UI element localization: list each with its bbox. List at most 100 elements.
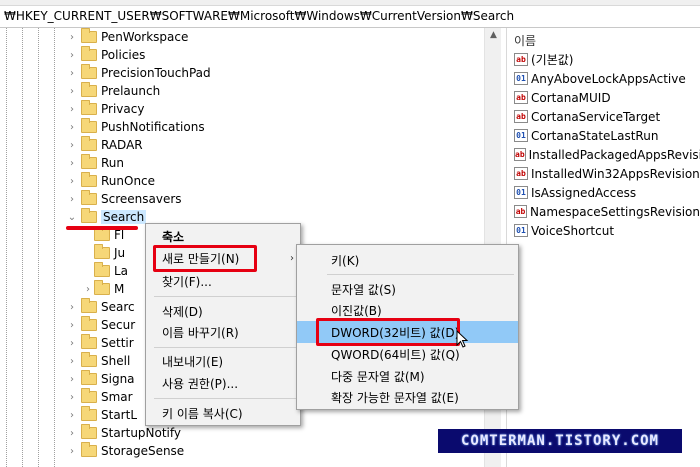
- annotation-box-dword: [316, 318, 460, 346]
- chevron-right-icon[interactable]: ›: [66, 316, 78, 334]
- folder-icon: [94, 280, 110, 295]
- chevron-right-icon[interactable]: ›: [66, 64, 78, 82]
- folder-icon: [81, 208, 97, 223]
- value-row[interactable]: ab CortanaServiceTarget: [508, 107, 700, 126]
- menu-item-rename[interactable]: 이름 바꾸기(R): [146, 321, 300, 343]
- folder-icon: [81, 154, 97, 169]
- annotation-underline: [66, 226, 138, 230]
- menu-item-export[interactable]: 내보내기(E): [146, 350, 300, 372]
- name-column-header[interactable]: 이름: [508, 28, 700, 50]
- chevron-right-icon[interactable]: ›: [66, 406, 78, 424]
- tree-item-search-selected[interactable]: ⌄ Search: [66, 208, 147, 226]
- tree-item[interactable]: › Searc: [66, 298, 135, 316]
- chevron-right-icon[interactable]: ›: [66, 442, 78, 460]
- value-row[interactable]: ab InstalledPackagedAppsRevision: [508, 145, 700, 164]
- tree-item[interactable]: › Run: [66, 154, 124, 172]
- folder-icon: [81, 118, 97, 133]
- menu-item-find[interactable]: 찾기(F)...: [146, 270, 300, 292]
- value-row[interactable]: 01 IsAssignedAccess: [508, 183, 700, 202]
- chevron-right-icon[interactable]: ›: [66, 82, 78, 100]
- menu-separator: [154, 296, 296, 297]
- tree-item[interactable]: › Screensavers: [66, 190, 182, 208]
- folder-icon: [94, 262, 110, 277]
- folder-icon: [81, 190, 97, 205]
- folder-icon: [81, 406, 97, 421]
- tree-item[interactable]: › Settir: [66, 334, 134, 352]
- chevron-right-icon[interactable]: ›: [66, 154, 78, 172]
- tree-item[interactable]: › Signa: [66, 370, 135, 388]
- value-row[interactable]: ab CortanaMUID: [508, 88, 700, 107]
- tree-item[interactable]: › Policies: [66, 46, 145, 64]
- tree-item[interactable]: › StartupNotify: [66, 424, 181, 442]
- chevron-right-icon[interactable]: ›: [66, 388, 78, 406]
- chevron-right-icon[interactable]: ›: [66, 424, 78, 442]
- submenu-item-expandable-string-value[interactable]: 확장 가능한 문자열 값(E): [297, 386, 518, 408]
- chevron-right-icon[interactable]: ›: [66, 334, 78, 352]
- scroll-up-icon[interactable]: ▲: [485, 30, 502, 44]
- folder-icon: [81, 298, 97, 313]
- value-row[interactable]: ab InstalledWin32AppsRevision: [508, 164, 700, 183]
- chevron-right-icon[interactable]: ›: [66, 100, 78, 118]
- value-row[interactable]: ab (기본값): [508, 50, 700, 69]
- folder-icon: [81, 100, 97, 115]
- annotation-box-new: [153, 245, 257, 272]
- tree-item[interactable]: › RADAR: [66, 136, 143, 154]
- folder-icon: [81, 28, 97, 43]
- submenu-item-multi-string-value[interactable]: 다중 문자열 값(M): [297, 365, 518, 387]
- chevron-down-icon[interactable]: ⌄: [66, 208, 78, 226]
- tree-child-item[interactable]: La: [82, 262, 128, 280]
- tree-item[interactable]: › Prelaunch: [66, 82, 160, 100]
- tree-item[interactable]: › PrecisionTouchPad: [66, 64, 211, 82]
- tree-item[interactable]: › Secur: [66, 316, 135, 334]
- folder-icon: [81, 172, 97, 187]
- chevron-right-icon[interactable]: ›: [82, 280, 94, 298]
- chevron-right-icon[interactable]: ›: [66, 298, 78, 316]
- folder-icon: [81, 136, 97, 151]
- submenu-item-key[interactable]: 키(K): [297, 249, 518, 271]
- tree-item[interactable]: › RunOnce: [66, 172, 155, 190]
- submenu-item-string-value[interactable]: 문자열 값(S): [297, 278, 518, 300]
- tree-item[interactable]: › PushNotifications: [66, 118, 205, 136]
- binary-value-icon: 01: [514, 72, 528, 85]
- string-value-icon: ab: [514, 205, 528, 218]
- folder-icon: [81, 316, 97, 331]
- menu-separator: [154, 398, 296, 399]
- tree-item[interactable]: › Smar: [66, 388, 133, 406]
- folder-icon: [81, 82, 97, 97]
- chevron-right-icon[interactable]: ›: [66, 46, 78, 64]
- chevron-right-icon[interactable]: ›: [66, 28, 78, 46]
- values-pane: 이름 ab (기본값) 01 AnyAboveLockAppsActive ab Co…: [508, 28, 700, 467]
- value-row[interactable]: ab NamespaceSettingsRevision: [508, 202, 700, 221]
- string-value-icon: ab: [514, 167, 528, 180]
- tree-child-item[interactable]: Ju: [82, 244, 125, 262]
- folder-icon: [94, 244, 110, 259]
- chevron-right-icon[interactable]: ›: [66, 172, 78, 190]
- menu-item-delete[interactable]: 삭제(D): [146, 300, 300, 322]
- submenu-arrow-icon: ›: [290, 252, 294, 264]
- value-row[interactable]: 01 CortanaStateLastRun: [508, 126, 700, 145]
- tree-item[interactable]: › StartL: [66, 406, 137, 424]
- menu-item-permissions[interactable]: 사용 권한(P)...: [146, 372, 300, 394]
- tree-item[interactable]: › Privacy: [66, 100, 144, 118]
- value-row[interactable]: 01 AnyAboveLockAppsActive: [508, 69, 700, 88]
- chevron-right-icon[interactable]: ›: [66, 190, 78, 208]
- value-row[interactable]: 01 VoiceShortcut: [508, 221, 700, 240]
- tree-item[interactable]: › Shell: [66, 352, 130, 370]
- tree-item[interactable]: › StorageSense: [66, 442, 184, 460]
- address-bar[interactable]: ₩HKEY_CURRENT_USER₩SOFTWARE₩Microsoft₩Wi…: [0, 6, 700, 28]
- menu-item-copy-key-name[interactable]: 키 이름 복사(C): [146, 402, 300, 424]
- submenu-item-qword-value[interactable]: QWORD(64비트) 값(Q): [297, 343, 518, 365]
- folder-icon: [81, 388, 97, 403]
- chevron-right-icon[interactable]: ›: [66, 370, 78, 388]
- mouse-cursor-icon: [456, 330, 468, 348]
- chevron-right-icon[interactable]: ›: [66, 118, 78, 136]
- tree-child-item[interactable]: › M: [82, 280, 124, 298]
- folder-icon: [81, 64, 97, 79]
- menu-separator: [154, 347, 296, 348]
- tree-item[interactable]: › PenWorkspace: [66, 28, 188, 46]
- folder-icon: [81, 442, 97, 457]
- menu-item-collapse[interactable]: 축소: [146, 225, 300, 247]
- chevron-right-icon[interactable]: ›: [66, 136, 78, 154]
- folder-icon: [81, 370, 97, 385]
- chevron-right-icon[interactable]: ›: [66, 352, 78, 370]
